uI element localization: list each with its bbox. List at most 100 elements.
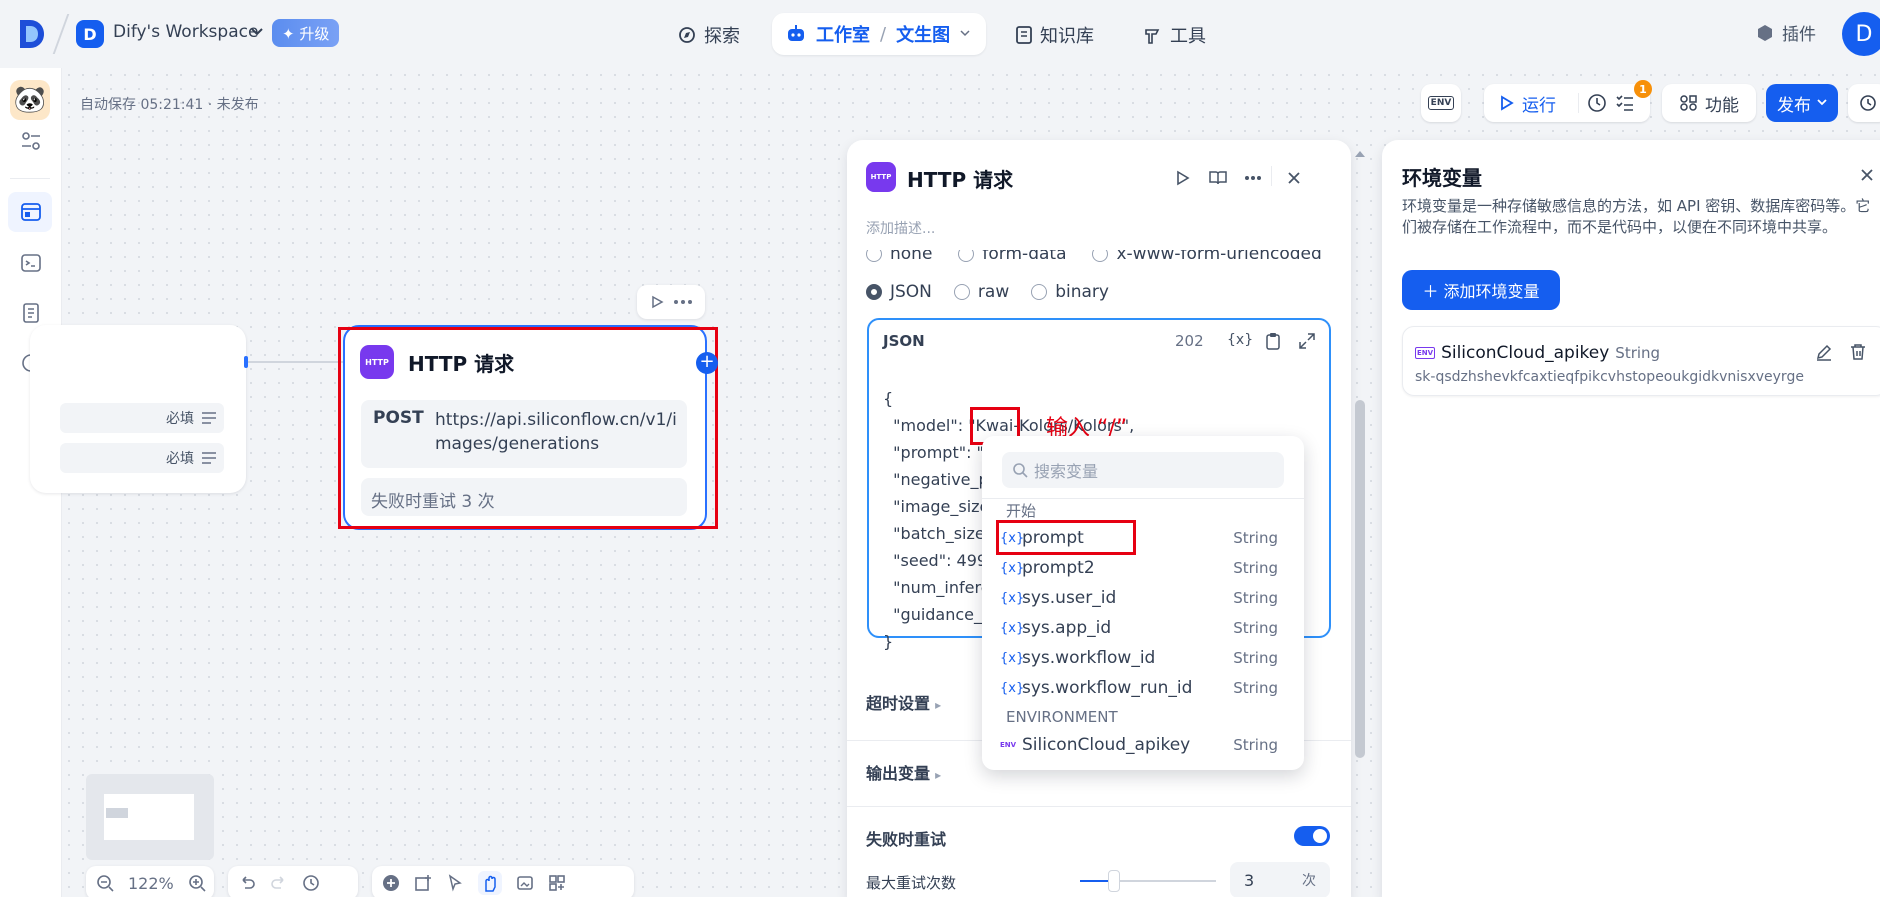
text-icon xyxy=(202,412,216,424)
variable-option[interactable]: {x} prompt2 String xyxy=(1000,554,1292,582)
close-icon[interactable] xyxy=(1860,168,1874,182)
redo-icon[interactable] xyxy=(270,874,288,892)
zoom-out-icon[interactable] xyxy=(96,874,114,892)
minimap[interactable] xyxy=(86,774,214,860)
nav-tools-label: 工具 xyxy=(1170,26,1206,47)
variable-search-input[interactable]: 搜索变量 xyxy=(1034,458,1098,482)
radio-json[interactable] xyxy=(866,284,882,300)
document-icon[interactable] xyxy=(20,302,42,324)
organize-icon[interactable] xyxy=(548,874,566,892)
retry-toggle[interactable] xyxy=(1294,826,1330,846)
insert-variable-icon[interactable]: {x} xyxy=(1227,332,1253,348)
output-section[interactable]: 输出变量 ▸ xyxy=(866,760,941,784)
section-label: 超时设置 xyxy=(866,694,931,713)
add-block-icon[interactable] xyxy=(382,874,400,892)
workspace-badge[interactable]: D xyxy=(76,20,104,48)
undo-icon[interactable] xyxy=(238,874,256,892)
canvas-tools xyxy=(372,866,634,897)
run-button[interactable]: 运行 xyxy=(1522,91,1556,116)
workspace-name[interactable]: Dify's Workspace xyxy=(113,22,258,42)
variable-icon: {x} xyxy=(1000,680,1025,696)
expand-icon[interactable] xyxy=(1299,333,1315,349)
char-count: 202 xyxy=(1175,332,1204,350)
required-label: 必填 xyxy=(166,451,194,467)
max-retry-input[interactable]: 3次 xyxy=(1230,862,1330,897)
chevron-down-icon[interactable] xyxy=(960,30,970,38)
variable-search[interactable]: 搜索变量 xyxy=(1002,452,1284,488)
radio-urlencoded[interactable] xyxy=(1092,250,1109,262)
cube-icon xyxy=(1756,24,1774,42)
book-icon xyxy=(1016,26,1032,44)
variable-option[interactable]: {x} sys.user_id String xyxy=(1000,584,1292,612)
timeout-section[interactable]: 超时设置 ▸ xyxy=(866,690,941,714)
radio-form-data[interactable] xyxy=(958,250,975,262)
plugins-label: 插件 xyxy=(1782,25,1816,45)
upgrade-button[interactable]: ✦ 升级 xyxy=(272,19,340,47)
variable-option[interactable]: {x} sys.app_id String xyxy=(1000,614,1292,642)
features-button[interactable]: 功能 xyxy=(1662,84,1756,122)
edge-handle[interactable] xyxy=(244,356,248,368)
node-edge xyxy=(246,361,346,363)
env-var-card[interactable]: ENV SiliconCloud_apikey String sk-qsdzhs… xyxy=(1402,326,1880,396)
variable-type: String xyxy=(1233,736,1278,754)
variable-icon: {x} xyxy=(1000,590,1025,606)
history-icon[interactable] xyxy=(302,874,320,892)
variable-name: sys.user_id xyxy=(1022,588,1117,608)
required-label: 必填 xyxy=(166,411,194,427)
terminal-icon[interactable] xyxy=(20,252,42,274)
minimap-node xyxy=(106,808,128,818)
hand-icon[interactable] xyxy=(478,871,502,895)
variable-option[interactable]: ENV SiliconCloud_apikey String xyxy=(1000,731,1292,759)
env-panel-title: 环境变量 xyxy=(1402,166,1482,190)
app-icon[interactable]: 🐼 xyxy=(10,80,50,120)
plugins-link[interactable]: 插件 xyxy=(1756,20,1816,45)
settings-sliders-icon[interactable] xyxy=(20,130,42,152)
user-avatar[interactable]: D xyxy=(1842,12,1880,56)
zoom-in-icon[interactable] xyxy=(188,874,206,892)
variable-option[interactable]: {x} sys.workflow_id String xyxy=(1000,644,1292,672)
features-label: 功能 xyxy=(1705,95,1739,116)
nav-studio-content[interactable]: 工作室 / 文生图 xyxy=(786,21,970,47)
play-icon[interactable] xyxy=(1500,95,1514,111)
checklist-icon[interactable] xyxy=(1615,93,1635,113)
nav-studio-label: 工作室 xyxy=(816,25,870,46)
checklist-history-icon[interactable] xyxy=(1587,93,1607,113)
radio-none[interactable] xyxy=(866,250,882,262)
nav-knowledge[interactable]: 知识库 xyxy=(1016,20,1094,50)
add-note-icon[interactable] xyxy=(414,874,432,892)
run-node-icon[interactable] xyxy=(1175,170,1191,186)
pointer-icon[interactable] xyxy=(446,874,464,892)
add-node-button[interactable]: + xyxy=(696,352,718,374)
description-input[interactable]: 添加描述... xyxy=(866,218,935,238)
play-icon[interactable] xyxy=(650,295,664,309)
variable-option[interactable]: {x} sys.workflow_run_id String xyxy=(1000,674,1292,702)
more-icon[interactable] xyxy=(674,300,692,304)
highlight-box xyxy=(996,520,1136,555)
close-icon[interactable] xyxy=(1287,171,1301,185)
run-toolbar: 运行 xyxy=(1484,84,1650,122)
trash-icon[interactable] xyxy=(1849,343,1867,361)
env-button[interactable]: ENV xyxy=(1421,84,1461,122)
nav-explore[interactable]: 探索 xyxy=(678,20,740,50)
retry-slider[interactable] xyxy=(1080,870,1216,892)
scroll-up-icon[interactable] xyxy=(1354,150,1366,158)
radio-raw[interactable] xyxy=(953,284,970,300)
zoom-level[interactable]: 122% xyxy=(128,874,174,893)
chevron-down-icon[interactable] xyxy=(251,27,263,37)
dify-logo-icon[interactable] xyxy=(18,18,46,50)
http-icon: HTTP xyxy=(866,162,896,192)
export-image-icon[interactable] xyxy=(516,874,534,892)
copy-icon[interactable] xyxy=(1265,332,1281,350)
app-name[interactable]: 文生图 xyxy=(896,21,950,47)
radio-binary[interactable] xyxy=(1031,284,1048,300)
more-icon[interactable] xyxy=(1245,176,1261,180)
panel-title[interactable]: HTTP 请求 xyxy=(907,164,1013,193)
version-history-button[interactable] xyxy=(1848,84,1880,122)
add-env-button[interactable]: ＋ 添加环境变量 xyxy=(1402,270,1560,310)
variable-icon: {x} xyxy=(1000,620,1025,636)
publish-button[interactable]: 发布 xyxy=(1766,84,1838,122)
edit-icon[interactable] xyxy=(1815,343,1833,361)
panel-scrollbar[interactable] xyxy=(1355,400,1365,758)
nav-tools[interactable]: 工具 xyxy=(1144,20,1206,50)
book-open-icon[interactable] xyxy=(1209,170,1227,186)
